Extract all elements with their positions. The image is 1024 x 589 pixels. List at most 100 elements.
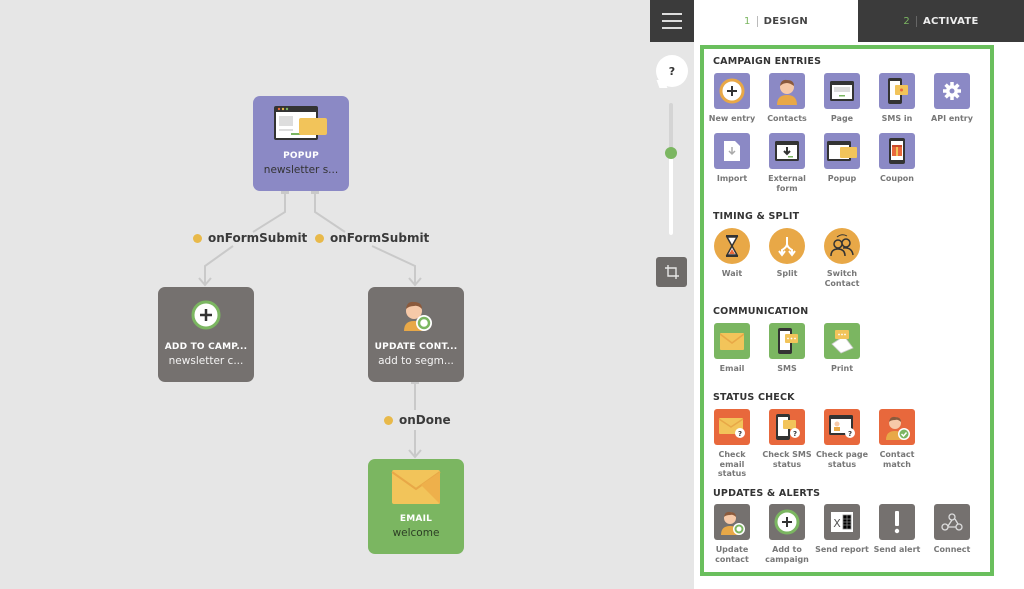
palette-item-email[interactable]: Email bbox=[705, 323, 759, 374]
item-label: Update contact bbox=[715, 545, 749, 564]
palette-item-switch-contact[interactable]: Switch Contact bbox=[815, 228, 869, 288]
popup-icon bbox=[824, 133, 860, 169]
item-label: SMS bbox=[777, 364, 797, 373]
palette-item-import[interactable]: Import bbox=[705, 133, 759, 184]
external-form-icon bbox=[769, 133, 805, 169]
item-label: Popup bbox=[827, 174, 857, 183]
item-label: Wait bbox=[721, 269, 743, 278]
popup-icon bbox=[253, 106, 349, 142]
section-title-communication: COMMUNICATION bbox=[713, 306, 809, 317]
palette-item-coupon[interactable]: Coupon bbox=[870, 133, 924, 184]
tab-number: 2 bbox=[903, 15, 917, 27]
help-button[interactable]: ? bbox=[656, 55, 688, 87]
section-title-status-check: STATUS CHECK bbox=[713, 392, 795, 403]
palette-item-popup[interactable]: Popup bbox=[815, 133, 869, 184]
svg-text:?: ? bbox=[793, 430, 797, 438]
palette-item-split[interactable]: Split bbox=[760, 228, 814, 279]
edge-label-onformsubmit-left[interactable]: onFormSubmit bbox=[193, 231, 307, 245]
zoom-slider-track[interactable] bbox=[669, 103, 673, 235]
edge-label-onformsubmit-right[interactable]: onFormSubmit bbox=[315, 231, 429, 245]
email-icon bbox=[368, 469, 464, 505]
palette-item-send-alert[interactable]: Send alert bbox=[870, 504, 924, 555]
zoom-slider-thumb[interactable] bbox=[665, 147, 677, 160]
edge-label-text: onDone bbox=[399, 413, 451, 427]
node-email[interactable]: EMAIL welcome bbox=[368, 459, 464, 554]
palette-item-external-form[interactable]: External form bbox=[760, 133, 814, 193]
node-subtitle: newsletter c... bbox=[168, 355, 244, 367]
sms-in-icon bbox=[879, 73, 915, 109]
item-label: External form bbox=[768, 174, 806, 193]
palette-item-sms[interactable]: SMS bbox=[760, 323, 814, 374]
item-label: Contacts bbox=[767, 114, 807, 123]
tab-number: 1 bbox=[744, 15, 758, 27]
palette-item-check-sms-status[interactable]: ? Check SMS status bbox=[760, 409, 814, 469]
item-label: Send report bbox=[815, 545, 869, 554]
item-label: Add to campaign bbox=[765, 545, 809, 564]
crop-icon bbox=[664, 265, 679, 279]
node-popup[interactable]: POPUP newsletter s... bbox=[253, 96, 349, 191]
item-label: Split bbox=[776, 269, 798, 278]
item-label: Page bbox=[830, 114, 854, 123]
excel-report-icon: X bbox=[824, 504, 860, 540]
hamburger-menu-button[interactable] bbox=[650, 0, 694, 42]
palette-item-sms-in[interactable]: SMS in bbox=[870, 73, 924, 124]
palette-item-send-report[interactable]: X Send report bbox=[815, 504, 869, 555]
section-title-campaign-entries: CAMPAIGN ENTRIES bbox=[713, 56, 822, 67]
check-email-status-icon: ? bbox=[714, 409, 750, 445]
workflow-canvas[interactable]: POPUP newsletter s... ADD TO CAMP... new… bbox=[0, 0, 650, 589]
svg-text:?: ? bbox=[738, 430, 742, 438]
palette-item-add-to-campaign[interactable]: Add to campaign bbox=[760, 504, 814, 564]
edge-dot bbox=[193, 233, 202, 243]
fit-to-screen-button[interactable] bbox=[656, 257, 687, 287]
page-icon bbox=[824, 73, 860, 109]
node-subtitle: newsletter s... bbox=[263, 164, 339, 176]
new-entry-icon bbox=[714, 73, 750, 109]
item-label: Check email status bbox=[717, 450, 747, 478]
palette-item-new-entry[interactable]: New entry bbox=[705, 73, 759, 124]
node-type: ADD TO CAMP... bbox=[164, 342, 248, 352]
email-icon bbox=[714, 323, 750, 359]
palette-item-page[interactable]: Page bbox=[815, 73, 869, 124]
palette-item-wait[interactable]: Wait bbox=[705, 228, 759, 279]
tab-label: DESIGN bbox=[763, 15, 809, 27]
tab-activate[interactable]: 2 ACTIVATE bbox=[858, 0, 1024, 42]
palette-item-contacts[interactable]: Contacts bbox=[760, 73, 814, 124]
palette-item-api-entry[interactable]: API entry bbox=[925, 73, 979, 124]
hamburger-icon bbox=[662, 13, 682, 15]
palette-item-check-page-status[interactable]: ? Check page status bbox=[815, 409, 869, 469]
edge-label-ondone[interactable]: onDone bbox=[384, 413, 451, 427]
item-label: Switch Contact bbox=[824, 269, 860, 288]
item-label: Check page status bbox=[815, 450, 869, 469]
gear-icon bbox=[934, 73, 970, 109]
item-label: New entry bbox=[708, 114, 756, 123]
palette-item-update-contact[interactable]: Update contact bbox=[705, 504, 759, 564]
item-label: Import bbox=[716, 174, 748, 183]
tab-design[interactable]: 1 DESIGN bbox=[694, 0, 858, 42]
palette-item-check-email-status[interactable]: ? Check email status bbox=[705, 409, 759, 479]
section-title-timing-split: TIMING & SPLIT bbox=[713, 211, 800, 222]
section-title-updates-alerts: UPDATES & ALERTS bbox=[713, 488, 821, 499]
node-add-to-campaign[interactable]: ADD TO CAMP... newsletter c... bbox=[158, 287, 254, 382]
check-page-status-icon: ? bbox=[824, 409, 860, 445]
node-subtitle: add to segm... bbox=[378, 355, 454, 367]
edge-label-text: onFormSubmit bbox=[330, 231, 430, 245]
contact-match-icon bbox=[879, 409, 915, 445]
hourglass-icon bbox=[714, 228, 750, 264]
palette-item-print[interactable]: Print bbox=[815, 323, 869, 374]
zoom-slider-fill bbox=[669, 153, 673, 235]
hamburger-icon-line bbox=[662, 27, 682, 29]
node-type: UPDATE CONT... bbox=[374, 342, 458, 352]
svg-text:X: X bbox=[833, 517, 841, 530]
split-icon bbox=[769, 228, 805, 264]
node-update-contact[interactable]: UPDATE CONT... add to segm... bbox=[368, 287, 464, 382]
contacts-icon bbox=[769, 73, 805, 109]
palette-item-contact-match[interactable]: Contact match bbox=[870, 409, 924, 469]
palette-item-connect[interactable]: Connect bbox=[925, 504, 979, 555]
exclamation-icon bbox=[879, 504, 915, 540]
item-label: Contact match bbox=[879, 450, 915, 469]
coupon-icon bbox=[879, 133, 915, 169]
item-label: Coupon bbox=[880, 174, 914, 183]
edge-dot bbox=[384, 415, 393, 425]
add-to-campaign-icon bbox=[158, 297, 254, 333]
webhook-icon bbox=[934, 504, 970, 540]
